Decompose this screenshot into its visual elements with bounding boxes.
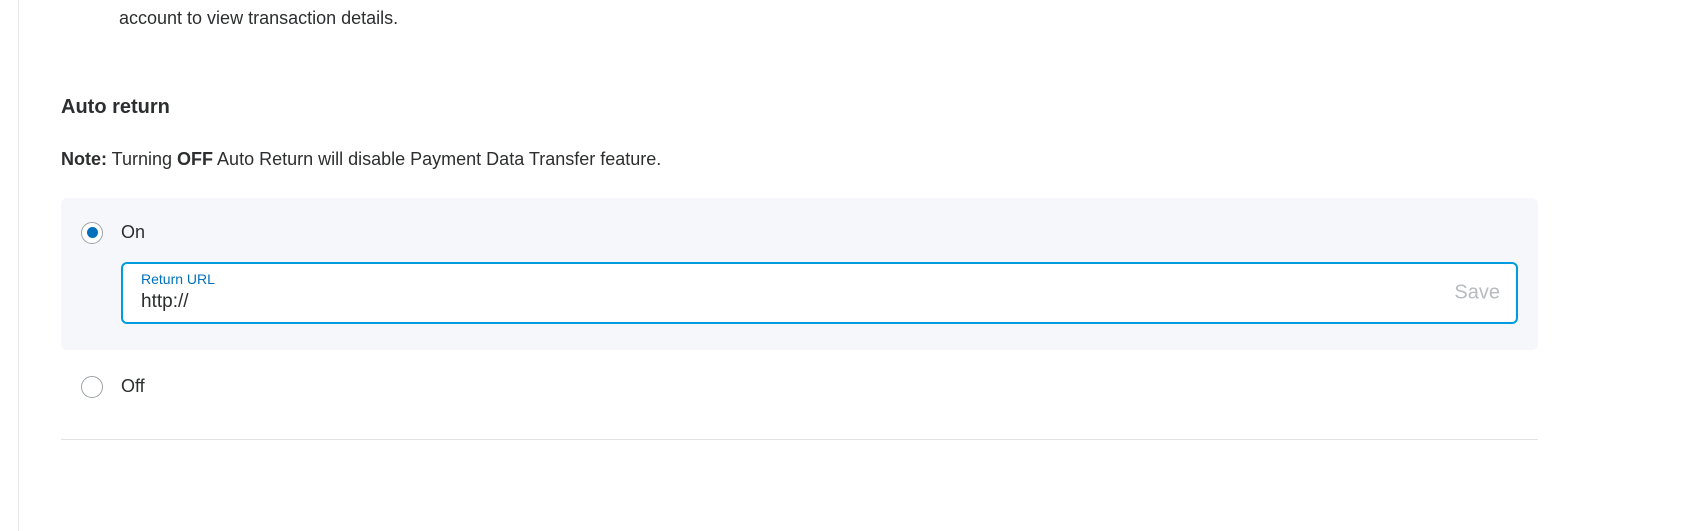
return-url-input-wrap: Return URL Save — [121, 262, 1518, 324]
radio-on[interactable] — [81, 222, 103, 244]
radio-on-label: On — [121, 220, 145, 245]
fragment-text: account to view transaction details. — [61, 0, 1538, 93]
note-bold-off: OFF — [177, 149, 213, 169]
radio-off[interactable] — [81, 376, 103, 398]
radio-off-label: Off — [121, 374, 145, 399]
section-title-auto-return: Auto return — [61, 93, 1538, 121]
save-button[interactable]: Save — [1454, 281, 1500, 304]
note-text-post: Auto Return will disable Payment Data Tr… — [213, 149, 661, 169]
return-url-input-box[interactable]: Return URL Save — [121, 262, 1518, 324]
return-url-float-label: Return URL — [141, 270, 1436, 290]
note-line: Note: Turning OFF Auto Return will disab… — [61, 147, 1538, 172]
radio-dot-icon — [87, 227, 98, 238]
section-divider — [61, 439, 1538, 440]
auto-return-on-panel: On Return URL Save — [61, 198, 1538, 350]
note-text-pre: Turning — [107, 149, 177, 169]
return-url-input[interactable] — [141, 289, 1436, 313]
note-label: Note: — [61, 149, 107, 169]
